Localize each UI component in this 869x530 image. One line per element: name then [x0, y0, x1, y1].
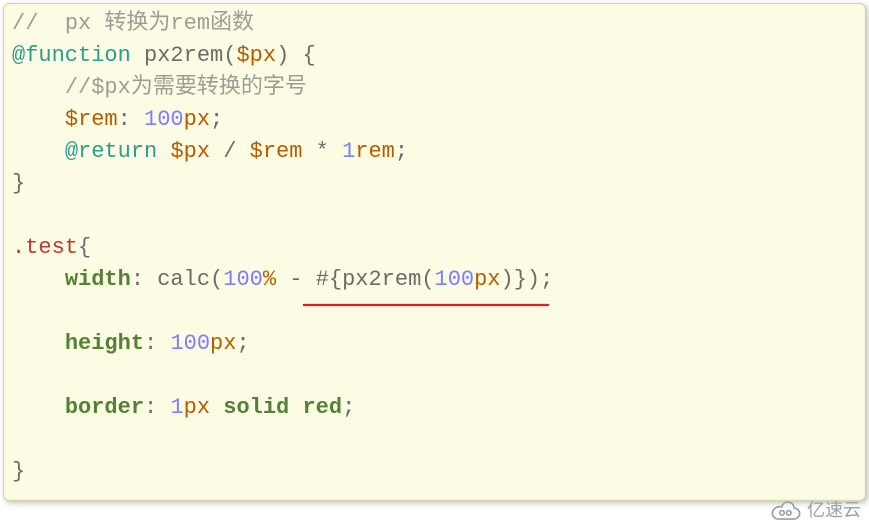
var-rem: $rem — [65, 107, 118, 132]
code-pre: // px 转换为rem函数 @function px2rem($px) { /… — [12, 8, 857, 488]
watermark-text: 亿速云 — [807, 494, 861, 526]
code-block: // px 转换为rem函数 @function px2rem($px) { /… — [3, 3, 866, 501]
watermark: 亿速云 — [769, 494, 861, 526]
atrule-return: @return — [65, 139, 157, 164]
highlight-underline — [303, 304, 549, 306]
arg-px: $px — [236, 43, 276, 68]
comment-line-1: // px 转换为rem函数 — [12, 11, 254, 36]
atrule-function: @function — [12, 43, 131, 68]
comment-line-3: //$px为需要转换的字号 — [65, 75, 307, 100]
prop-border: border — [65, 395, 144, 420]
watermark-cloud-icon — [769, 499, 803, 521]
prop-width: width — [65, 267, 131, 292]
prop-height: height — [65, 331, 144, 356]
function-name: px2rem — [144, 43, 223, 68]
interpolation-expression: #{px2rem(100px)} — [316, 267, 527, 292]
selector-test: .test — [12, 235, 78, 260]
